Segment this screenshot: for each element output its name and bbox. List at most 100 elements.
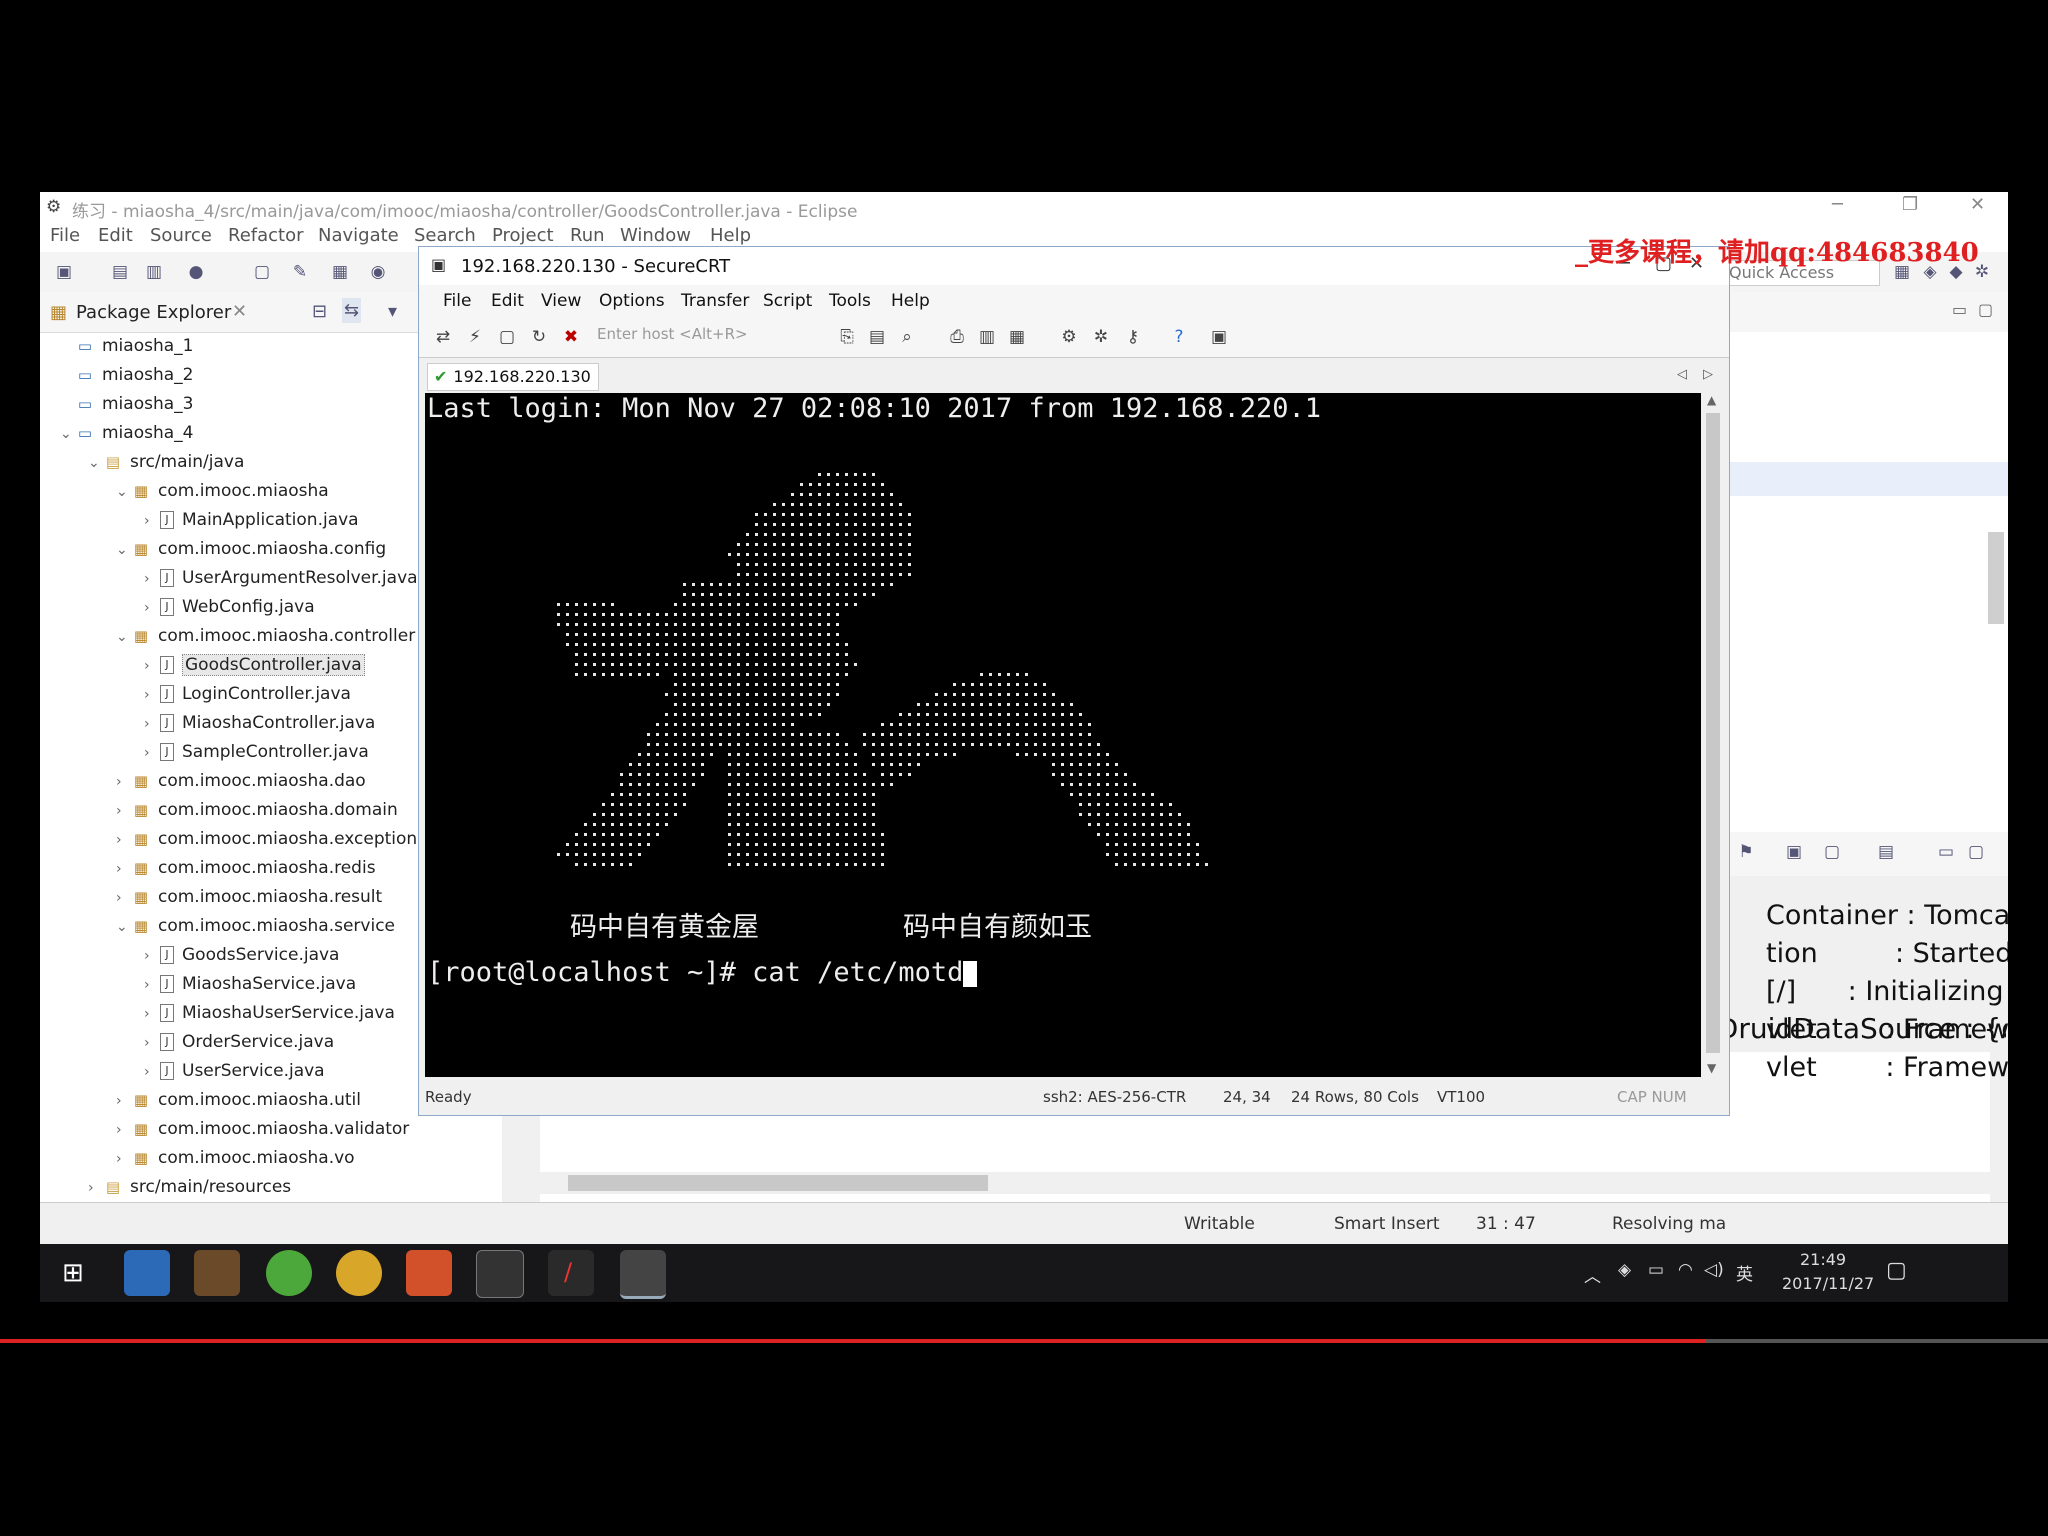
tree-item[interactable]: › ▦ com.imooc.miaosha.redis [116,854,376,882]
scroll-down-icon[interactable]: ▼ [1707,1061,1716,1075]
menu-edit[interactable]: Edit [98,225,133,246]
collapsed-arrow-icon[interactable]: › [144,565,160,593]
expanded-arrow-icon[interactable]: ⌄ [116,913,132,941]
tray-expand-icon[interactable]: ︿ [1584,1262,1601,1287]
collapsed-arrow-icon[interactable]: › [144,942,160,970]
tree-item[interactable]: ⌄ ▦ com.imooc.miaosha.service [116,912,395,940]
tree-item[interactable]: ▭ miaosha_2 [60,361,194,389]
crt-menu-file[interactable]: File [443,291,471,311]
tree-item[interactable]: › J GoodsController.java [144,651,365,679]
collapse-all-icon[interactable]: ⊟ [312,301,327,322]
tray-ime-label[interactable]: 英 [1736,1260,1753,1285]
taskbar-app-securecrt-icon[interactable] [620,1250,666,1299]
terminal-screen[interactable]: Last login: Mon Nov 27 02:08:10 2017 fro… [425,393,1701,1077]
collapsed-arrow-icon[interactable]: › [144,1029,160,1057]
link-editor-icon[interactable]: ⇆ [342,298,362,323]
crt-menu-tools[interactable]: Tools [829,291,871,311]
tree-item[interactable]: ⌄ ▦ com.imooc.miaosha [116,477,329,505]
tree-item[interactable]: › J WebConfig.java [144,593,315,621]
tree-item[interactable]: › J UserArgumentResolver.java [144,564,418,592]
crt-menu-script[interactable]: Script [763,291,812,311]
menu-refactor[interactable]: Refactor [228,225,304,246]
terminal-scroll-thumb[interactable] [1706,413,1720,1053]
collapsed-arrow-icon[interactable]: › [144,1000,160,1028]
tree-item[interactable]: › J LoginController.java [144,680,351,708]
crt-menu-help[interactable]: Help [891,291,930,311]
menu-navigate[interactable]: Navigate [318,225,399,246]
open-console-icon[interactable]: ▢ [1822,842,1842,862]
tree-item[interactable]: › ▦ com.imooc.miaosha.validator [116,1115,409,1143]
taskbar-app-explorer-icon[interactable] [124,1250,170,1296]
menu-window[interactable]: Window [620,225,691,246]
collapsed-arrow-icon[interactable]: › [144,594,160,622]
tab-scroll-left-icon[interactable]: ◁ [1677,367,1687,382]
tab-scroll-right-icon[interactable]: ▷ [1703,367,1713,382]
minimize-console-icon[interactable]: ▭ [1936,842,1956,862]
tree-item[interactable]: › ▤ src/main/resources [88,1173,291,1201]
taskbar-app-eclipse-icon[interactable] [194,1250,240,1296]
minimize-icon[interactable]: ─ [1832,194,1843,215]
console-icon[interactable]: ▢ [252,262,272,282]
taskbar-app-chrome-icon[interactable] [336,1250,382,1296]
tree-item[interactable]: › J MiaoshaService.java [144,970,356,998]
terminal-scrollbar[interactable]: ▲ ▼ [1703,393,1723,1077]
taskbar-app-powerpoint-icon[interactable] [406,1250,452,1296]
close-icon[interactable]: ✕ [1970,194,1985,215]
host-input[interactable]: Enter host <Alt+R> [597,325,817,349]
quick-connect-icon[interactable]: ⚡ [465,327,485,347]
collapsed-arrow-icon[interactable]: › [144,710,160,738]
close-view-icon[interactable]: ✕ [232,301,247,322]
tree-item[interactable]: ⌄ ▦ com.imooc.miaosha.controller [116,622,415,650]
tree-item[interactable]: ▭ miaosha_3 [60,390,194,418]
skip-icon[interactable]: ✎ [290,262,310,282]
tree-item[interactable]: › ▦ com.imooc.miaosha.result [116,883,382,911]
print-icon[interactable]: ⎙ [947,327,967,347]
package-explorer-title[interactable]: Package Explorer [76,302,231,323]
global-options-icon[interactable]: ✲ [1091,327,1111,347]
new-class-icon[interactable]: ◉ [368,262,388,282]
tree-item[interactable]: › ▦ com.imooc.miaosha.vo [116,1144,355,1172]
copy-icon[interactable]: ⎘ [837,327,857,347]
action-center-icon[interactable]: ▢ [1886,1258,1907,1283]
tree-item[interactable]: › J OrderService.java [144,1028,334,1056]
keymap-icon[interactable]: ⚷ [1123,327,1143,347]
tree-item[interactable]: ⌄ ▤ src/main/java [88,448,244,476]
crt-menu-transfer[interactable]: Transfer [681,291,749,311]
tree-item[interactable]: › J SampleController.java [144,738,369,766]
collapsed-arrow-icon[interactable]: › [88,1174,104,1202]
video-progress-remaining[interactable] [1706,1339,2048,1343]
tray-date[interactable]: 2017/11/27 [1782,1274,1874,1293]
video-progress-bar[interactable] [0,1339,1706,1343]
tree-item[interactable]: › J UserService.java [144,1057,325,1085]
menu-run[interactable]: Run [570,225,605,246]
save-icon[interactable]: ▤ [110,262,130,282]
crt-menu-view[interactable]: View [541,291,581,311]
pin-console-icon[interactable]: ⚑ [1736,842,1756,862]
tree-item[interactable]: ⌄ ▦ com.imooc.miaosha.config [116,535,386,563]
connect-icon[interactable]: ⇄ [433,327,453,347]
tray-wifi-icon[interactable]: ◠ [1678,1260,1693,1280]
menu-search[interactable]: Search [414,225,476,246]
session-options-icon[interactable]: ⚙ [1059,327,1079,347]
new-console-icon[interactable]: ▤ [1876,842,1896,862]
collapsed-arrow-icon[interactable]: › [144,971,160,999]
expanded-arrow-icon[interactable]: ⌄ [116,536,132,564]
collapsed-arrow-icon[interactable]: › [116,855,132,883]
package-icon[interactable]: ▦ [330,262,350,282]
expanded-arrow-icon[interactable]: ⌄ [88,449,104,477]
collapsed-arrow-icon[interactable]: › [116,1116,132,1144]
collapsed-arrow-icon[interactable]: › [116,797,132,825]
tree-item[interactable]: › ▦ com.imooc.miaosha.dao [116,767,366,795]
taskbar-app-pen-icon[interactable]: / [548,1250,594,1296]
taskbar-app-terminal-icon[interactable] [476,1250,524,1298]
expanded-arrow-icon[interactable]: ⌄ [60,420,76,448]
debug-icon[interactable]: ● [186,262,206,282]
collapsed-arrow-icon[interactable]: › [116,1087,132,1115]
collapsed-arrow-icon[interactable]: › [144,739,160,767]
paste-icon[interactable]: ▤ [867,327,887,347]
display-console-icon[interactable]: ▣ [1784,842,1804,862]
collapsed-arrow-icon[interactable]: › [144,507,160,535]
tree-item[interactable]: ▭ miaosha_1 [60,332,194,360]
restore-icon[interactable]: ❐ [1902,194,1918,215]
collapsed-arrow-icon[interactable]: › [144,681,160,709]
